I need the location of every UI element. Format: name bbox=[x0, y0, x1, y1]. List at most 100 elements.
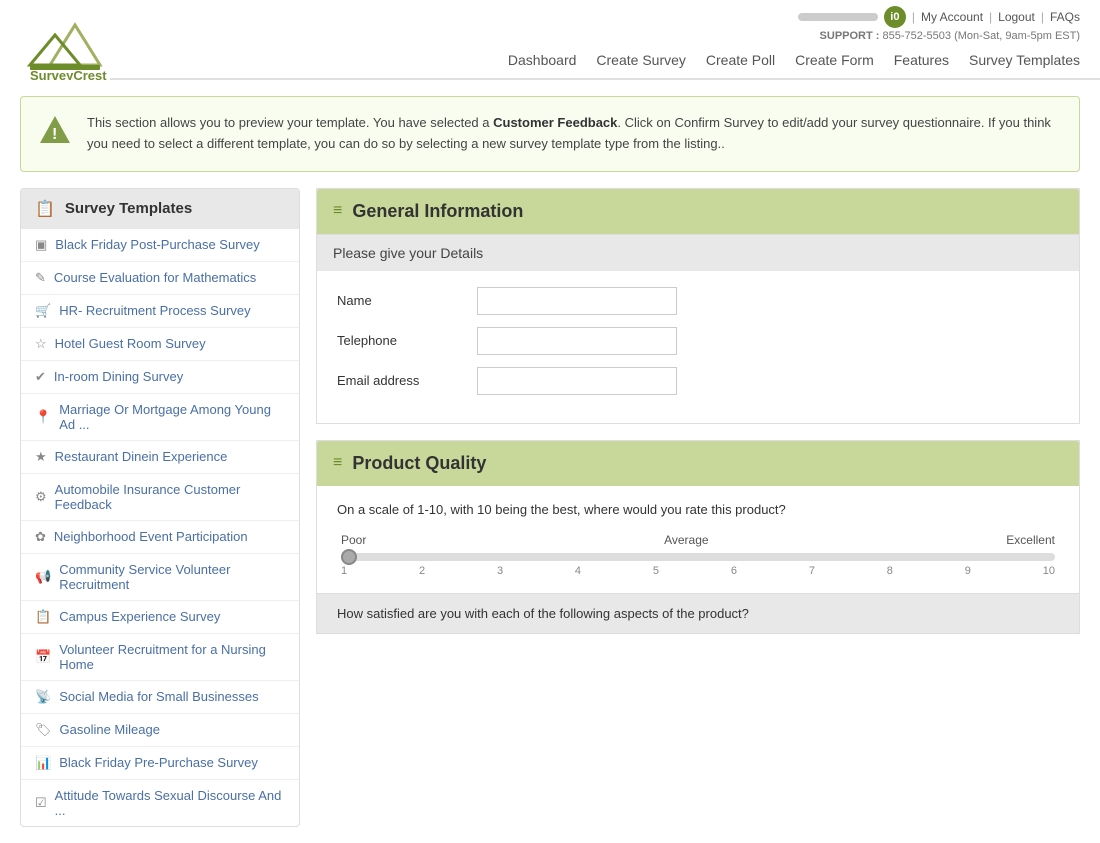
scale-number: 8 bbox=[887, 565, 893, 577]
scale-number: 3 bbox=[497, 565, 503, 577]
sidebar-item-icon: 🏷 bbox=[35, 722, 52, 738]
nav-create-form[interactable]: Create Form bbox=[795, 52, 874, 68]
sidebar-list-item[interactable]: 🛒HR- Recruitment Process Survey bbox=[21, 295, 299, 328]
scale-number: 2 bbox=[419, 565, 425, 577]
sidebar-list-item[interactable]: ✔In-room Dining Survey bbox=[21, 361, 299, 394]
sidebar-list-item[interactable]: 📢Community Service Volunteer Recruitment bbox=[21, 554, 299, 601]
sidebar-list-item[interactable]: ☑Attitude Towards Sexual Discourse And .… bbox=[21, 780, 299, 826]
general-info-title: General Information bbox=[352, 201, 523, 222]
sidebar-list-item[interactable]: 📅Volunteer Recruitment for a Nursing Hom… bbox=[21, 634, 299, 681]
scale-question: On a scale of 1-10, with 10 being the be… bbox=[337, 502, 1059, 517]
sidebar: 📋 Survey Templates ▣Black Friday Post-Pu… bbox=[20, 188, 300, 827]
sidebar-list-item[interactable]: 📋Campus Experience Survey bbox=[21, 601, 299, 634]
sidebar-list-item[interactable]: ⚙Automobile Insurance Customer Feedback bbox=[21, 474, 299, 521]
general-info-subsection: Please give your Details bbox=[317, 234, 1079, 271]
sidebar-item-icon: ⚙ bbox=[35, 489, 47, 505]
info-banner-text: This section allows you to preview your … bbox=[87, 113, 1059, 155]
general-info-form-body: Name Telephone Email address bbox=[317, 271, 1079, 423]
sidebar-item-icon: ✔ bbox=[35, 369, 46, 385]
sidebar-list-item[interactable]: 📡Social Media for Small Businesses bbox=[21, 681, 299, 714]
sidebar-list-item[interactable]: 🏷Gasoline Mileage bbox=[21, 714, 299, 747]
sidebar-item-icon: 📢 bbox=[35, 569, 51, 585]
name-label: Name bbox=[337, 293, 467, 308]
sidebar-title: Survey Templates bbox=[65, 200, 192, 217]
scale-track[interactable] bbox=[341, 553, 1055, 561]
nav-create-survey[interactable]: Create Survey bbox=[596, 52, 685, 68]
sidebar-list-item[interactable]: ✎Course Evaluation for Mathematics bbox=[21, 262, 299, 295]
scale-label-poor: Poor bbox=[341, 533, 366, 547]
telephone-input[interactable] bbox=[477, 327, 677, 355]
warning-icon: ! bbox=[37, 113, 73, 149]
sidebar-item-icon: 🛒 bbox=[35, 303, 51, 319]
faqs-link[interactable]: FAQs bbox=[1050, 10, 1080, 24]
scale-labels: Poor Average Excellent bbox=[337, 533, 1059, 547]
email-input[interactable] bbox=[477, 367, 677, 395]
sidebar-item-icon: ▣ bbox=[35, 237, 47, 253]
email-row: Email address bbox=[337, 367, 1059, 395]
sidebar-list-item[interactable]: ▣Black Friday Post-Purchase Survey bbox=[21, 229, 299, 262]
sidebar-item-icon: 📊 bbox=[35, 755, 51, 771]
separator: | bbox=[912, 10, 915, 24]
sidebar-item-icon: 📋 bbox=[35, 609, 51, 625]
svg-text:!: ! bbox=[52, 126, 57, 143]
main-nav: Dashboard Create Survey Create Poll Crea… bbox=[110, 42, 1100, 80]
separator2: | bbox=[989, 10, 992, 24]
scale-number: 10 bbox=[1043, 565, 1055, 577]
svg-text:SurveyCrest: SurveyCrest bbox=[30, 68, 107, 80]
nav-dashboard[interactable]: Dashboard bbox=[508, 52, 577, 68]
name-row: Name bbox=[337, 287, 1059, 315]
email-label: Email address bbox=[337, 373, 467, 388]
survey-area: ≡ General Information Please give your D… bbox=[316, 188, 1080, 827]
sidebar-item-icon: ☆ bbox=[35, 336, 47, 352]
scale-number: 1 bbox=[341, 565, 347, 577]
scale-label-excellent: Excellent bbox=[1006, 533, 1055, 547]
scale-number: 5 bbox=[653, 565, 659, 577]
user-icon-badge: i0 bbox=[884, 6, 906, 28]
sidebar-list: ▣Black Friday Post-Purchase Survey✎Cours… bbox=[21, 229, 299, 826]
sidebar-item-icon: ✎ bbox=[35, 270, 46, 286]
sidebar-item-icon: 📡 bbox=[35, 689, 51, 705]
logo-svg: SurveyCrest bbox=[20, 10, 110, 80]
product-quality-title: Product Quality bbox=[352, 453, 486, 474]
nav-create-poll[interactable]: Create Poll bbox=[706, 52, 775, 68]
scale-thumb[interactable] bbox=[341, 549, 357, 565]
scale-number: 4 bbox=[575, 565, 581, 577]
sidebar-item-icon: ✿ bbox=[35, 529, 46, 545]
nav-survey-templates[interactable]: Survey Templates bbox=[969, 52, 1080, 68]
scale-number: 6 bbox=[731, 565, 737, 577]
general-info-header: ≡ General Information bbox=[317, 189, 1079, 234]
product-quality-header: ≡ Product Quality bbox=[317, 441, 1079, 486]
my-account-link[interactable]: My Account bbox=[921, 10, 983, 24]
info-banner: ! This section allows you to preview you… bbox=[20, 96, 1080, 172]
sidebar-list-item[interactable]: 📊Black Friday Pre-Purchase Survey bbox=[21, 747, 299, 780]
general-info-section: ≡ General Information Please give your D… bbox=[316, 188, 1080, 424]
sidebar-list-item[interactable]: ☆Hotel Guest Room Survey bbox=[21, 328, 299, 361]
satisfied-question: How satisfied are you with each of the f… bbox=[317, 593, 1079, 633]
product-quality-section: ≡ Product Quality On a scale of 1-10, wi… bbox=[316, 440, 1080, 634]
telephone-row: Telephone bbox=[337, 327, 1059, 355]
telephone-label: Telephone bbox=[337, 333, 467, 348]
name-input[interactable] bbox=[477, 287, 677, 315]
progress-bar bbox=[798, 13, 878, 21]
sidebar-header-icon: 📋 bbox=[35, 199, 55, 219]
nav-features[interactable]: Features bbox=[894, 52, 949, 68]
scale-numbers: 12345678910 bbox=[337, 565, 1059, 577]
sidebar-list-item[interactable]: 📍Marriage Or Mortgage Among Young Ad ... bbox=[21, 394, 299, 441]
sidebar-header: 📋 Survey Templates bbox=[21, 189, 299, 229]
product-body: On a scale of 1-10, with 10 being the be… bbox=[317, 486, 1079, 593]
scale-label-average: Average bbox=[664, 533, 708, 547]
sidebar-list-item[interactable]: ✿Neighborhood Event Participation bbox=[21, 521, 299, 554]
logout-link[interactable]: Logout bbox=[998, 10, 1035, 24]
sidebar-item-icon: 📍 bbox=[35, 409, 51, 425]
sidebar-list-item[interactable]: ★Restaurant Dinein Experience bbox=[21, 441, 299, 474]
logo: SurveyCrest bbox=[20, 10, 110, 80]
sidebar-item-icon: ☑ bbox=[35, 795, 47, 811]
sidebar-item-icon: 📅 bbox=[35, 649, 51, 665]
list-icon-2: ≡ bbox=[333, 454, 342, 472]
list-icon: ≡ bbox=[333, 202, 342, 220]
scale-number: 9 bbox=[965, 565, 971, 577]
support-bar: SUPPORT : 855-752-5503 (Mon-Sat, 9am-5pm… bbox=[820, 30, 1080, 42]
sidebar-item-icon: ★ bbox=[35, 449, 47, 465]
main-content: 📋 Survey Templates ▣Black Friday Post-Pu… bbox=[20, 188, 1080, 827]
separator3: | bbox=[1041, 10, 1044, 24]
